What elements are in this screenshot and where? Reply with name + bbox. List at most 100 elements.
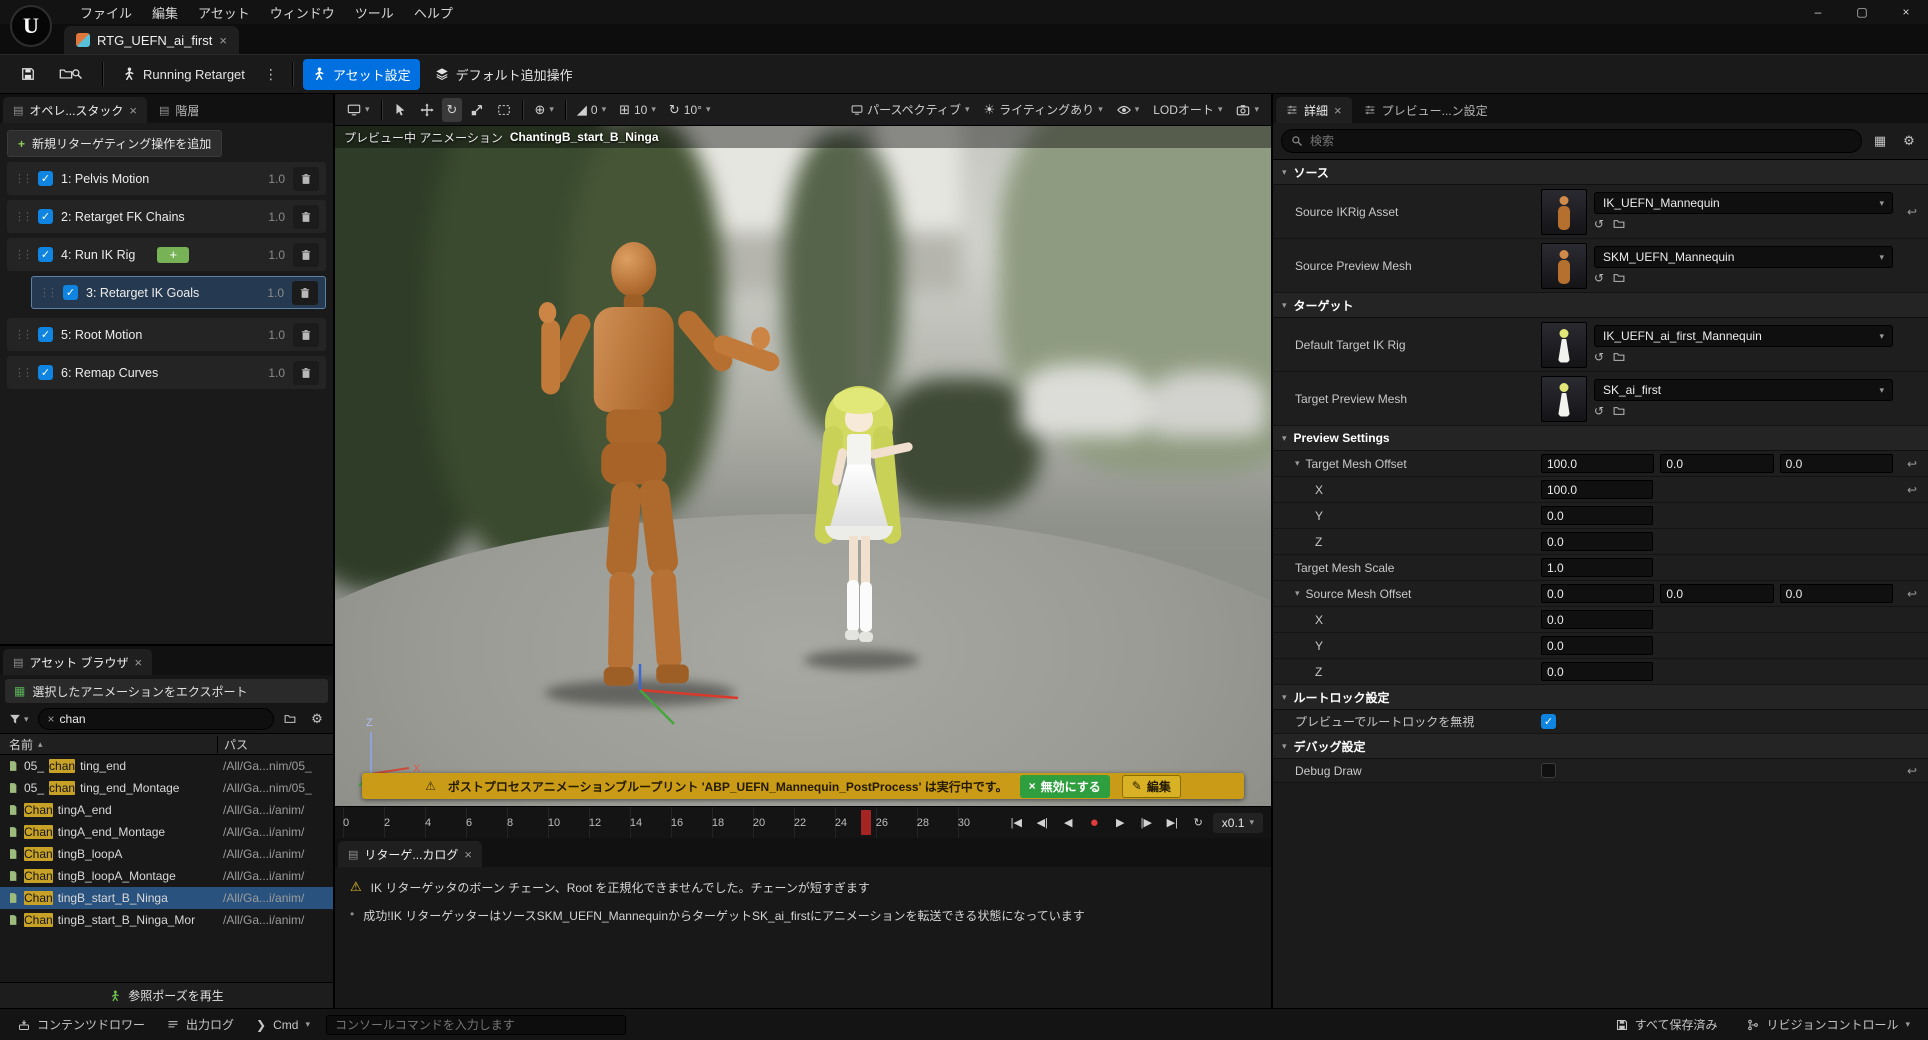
op-enabled-checkbox[interactable]: ✓: [38, 171, 53, 186]
scale-tool-button[interactable]: [465, 99, 489, 121]
revision-control-button[interactable]: リビジョンコントロール ▾: [1741, 1012, 1916, 1037]
timeline-ruler[interactable]: 0 2 4 6 8 10 12 14 16 18 20 22 24 26 28 …: [343, 807, 999, 838]
op-weight-value[interactable]: 1.0: [268, 366, 285, 380]
asset-row[interactable]: 05_chanting_end_Montage /All/Ga...nim/05…: [0, 777, 333, 799]
save-all-status-button[interactable]: すべて保存済み: [1610, 1012, 1724, 1037]
section-preview-settings[interactable]: ▾ Preview Settings: [1273, 426, 1928, 451]
reset-to-default-icon[interactable]: ↩: [1900, 587, 1924, 601]
op-weight-value[interactable]: 1.0: [268, 248, 285, 262]
asset-search-input[interactable]: [60, 712, 264, 726]
target-character[interactable]: [809, 384, 909, 654]
ignore-root-lock-checkbox[interactable]: ✓: [1541, 714, 1556, 729]
section-target[interactable]: ▾ ターゲット: [1273, 293, 1928, 318]
op-row-remap-curves[interactable]: ⋮⋮ ✓ 6: Remap Curves 1.0: [7, 356, 326, 389]
asset-row[interactable]: ChantingB_start_B_Ninga_Mor /All/Ga...i/…: [0, 909, 333, 931]
display-options-button[interactable]: ▦: [1869, 130, 1891, 152]
browse-to-asset-icon[interactable]: [1613, 272, 1625, 284]
move-tool-button[interactable]: [415, 99, 439, 121]
use-selected-asset-icon[interactable]: ↺: [1594, 271, 1604, 285]
delete-op-button[interactable]: [293, 361, 319, 385]
target-ikrig-dropdown[interactable]: IK_UEFN_ai_first_Mannequin ▾: [1594, 325, 1893, 347]
default-chain-ops-button[interactable]: デフォルト追加操作: [426, 59, 582, 90]
close-tab-icon[interactable]: ×: [464, 847, 472, 862]
use-selected-asset-icon[interactable]: ↺: [1594, 350, 1604, 364]
asset-row[interactable]: ChantingB_loopA_Montage /All/Ga...i/anim…: [0, 865, 333, 887]
browse-to-asset-icon[interactable]: [1613, 218, 1625, 230]
drag-handle-icon[interactable]: ⋮⋮: [14, 366, 30, 379]
screenshot-button[interactable]: ▾: [1231, 99, 1264, 121]
delete-op-button[interactable]: [293, 205, 319, 229]
drag-handle-icon[interactable]: ⋮⋮: [14, 172, 30, 185]
op-weight-value[interactable]: 1.0: [268, 210, 285, 224]
drag-handle-icon[interactable]: ⋮⋮: [39, 286, 55, 299]
browse-to-asset-icon[interactable]: [1613, 351, 1625, 363]
menu-asset[interactable]: アセット: [188, 0, 260, 25]
content-drawer-button[interactable]: コンテンツドロワー: [12, 1012, 151, 1037]
reset-to-default-icon[interactable]: ↩: [1900, 205, 1924, 219]
section-root-lock[interactable]: ▾ ルートロック設定: [1273, 685, 1928, 710]
save-button[interactable]: [12, 61, 44, 87]
retarget-options-menu-icon[interactable]: ⋮: [260, 66, 282, 83]
menu-file[interactable]: ファイル: [70, 0, 142, 25]
source-ikrig-dropdown[interactable]: IK_UEFN_Mannequin ▾: [1594, 192, 1893, 214]
rotate-tool-button[interactable]: ↻: [442, 98, 463, 122]
go-to-start-button[interactable]: |◀: [1005, 812, 1028, 834]
op-weight-value[interactable]: 1.0: [267, 286, 284, 300]
unreal-logo[interactable]: U: [10, 5, 52, 47]
add-retarget-op-button[interactable]: + 新規リターゲティング操作を追加: [7, 130, 222, 157]
details-settings-button[interactable]: ⚙: [1898, 130, 1920, 152]
tab-asset-browser[interactable]: ▤ アセット ブラウザ ×: [3, 649, 152, 675]
tab-op-stack[interactable]: ▤ オペレ...スタック ×: [3, 97, 147, 123]
delete-op-button[interactable]: [292, 281, 318, 305]
tab-details[interactable]: 詳細 ×: [1276, 97, 1352, 123]
play-reverse-button[interactable]: ◀: [1057, 812, 1080, 834]
browse-to-asset-icon[interactable]: [1613, 405, 1625, 417]
source-offset-x-input[interactable]: [1541, 584, 1654, 603]
play-button[interactable]: ▶: [1109, 812, 1132, 834]
viewport-3d[interactable]: Z X プレビュー中 アニメーション ChantingB_start_B_Nin…: [335, 126, 1271, 806]
edit-postprocess-button[interactable]: ✎ 編集: [1122, 775, 1181, 798]
disable-postprocess-button[interactable]: × 無効にする: [1020, 775, 1110, 798]
section-source[interactable]: ▾ ソース: [1273, 160, 1928, 185]
source-offset-y-input[interactable]: [1660, 584, 1773, 603]
rotation-snap-button[interactable]: ↻10°▾: [664, 98, 716, 122]
reset-to-default-icon[interactable]: ↩: [1900, 457, 1924, 471]
menu-edit[interactable]: 編集: [142, 0, 188, 25]
target-offset-z-input[interactable]: [1780, 454, 1893, 473]
reset-to-default-icon[interactable]: ↩: [1900, 483, 1924, 497]
op-enabled-checkbox[interactable]: ✓: [38, 365, 53, 380]
maximize-button[interactable]: ▢: [1840, 5, 1884, 19]
x-value-input[interactable]: [1541, 480, 1653, 499]
menu-help[interactable]: ヘルプ: [404, 0, 463, 25]
drag-handle-icon[interactable]: ⋮⋮: [14, 328, 30, 341]
menu-window[interactable]: ウィンドウ: [260, 0, 345, 25]
minimize-button[interactable]: –: [1796, 5, 1840, 19]
y-value-input[interactable]: [1541, 506, 1653, 525]
tab-hierarchy[interactable]: ▤ 階層: [149, 97, 209, 123]
source-offset-z-input[interactable]: [1780, 584, 1893, 603]
tab-preview-scene-settings[interactable]: プレビュー...ン設定: [1354, 97, 1498, 123]
perspective-dropdown[interactable]: パースペクティブ▾: [846, 97, 974, 122]
menu-tools[interactable]: ツール: [345, 0, 404, 25]
op-row-root-motion[interactable]: ⋮⋮ ✓ 5: Root Motion 1.0: [7, 318, 326, 351]
section-debug[interactable]: ▾ デバッグ設定: [1273, 734, 1928, 759]
target-offset-y-input[interactable]: [1660, 454, 1773, 473]
debug-draw-checkbox[interactable]: [1541, 763, 1556, 778]
drag-handle-icon[interactable]: ⋮⋮: [14, 248, 30, 261]
column-name[interactable]: 名前▴: [0, 736, 217, 753]
delete-op-button[interactable]: [293, 323, 319, 347]
console-command-input[interactable]: [326, 1015, 626, 1035]
op-enabled-checkbox[interactable]: ✓: [38, 247, 53, 262]
viewport-options-button[interactable]: ▾: [342, 99, 375, 121]
go-to-end-button[interactable]: ▶|: [1161, 812, 1184, 834]
tab-rtg-uefn-ai-first[interactable]: RTG_UEFN_ai_first ×: [64, 26, 239, 54]
select-tool-button[interactable]: [388, 99, 412, 121]
close-tab-icon[interactable]: ×: [1334, 103, 1342, 118]
folder-options-button[interactable]: [279, 708, 301, 730]
use-selected-asset-icon[interactable]: ↺: [1594, 217, 1604, 231]
asset-search-box[interactable]: ×: [38, 708, 274, 730]
close-tab-icon[interactable]: ×: [219, 33, 227, 48]
show-flags-dropdown[interactable]: ▾: [1112, 99, 1145, 121]
filter-button[interactable]: ▾: [5, 711, 33, 727]
loop-button[interactable]: ↻: [1187, 812, 1210, 834]
